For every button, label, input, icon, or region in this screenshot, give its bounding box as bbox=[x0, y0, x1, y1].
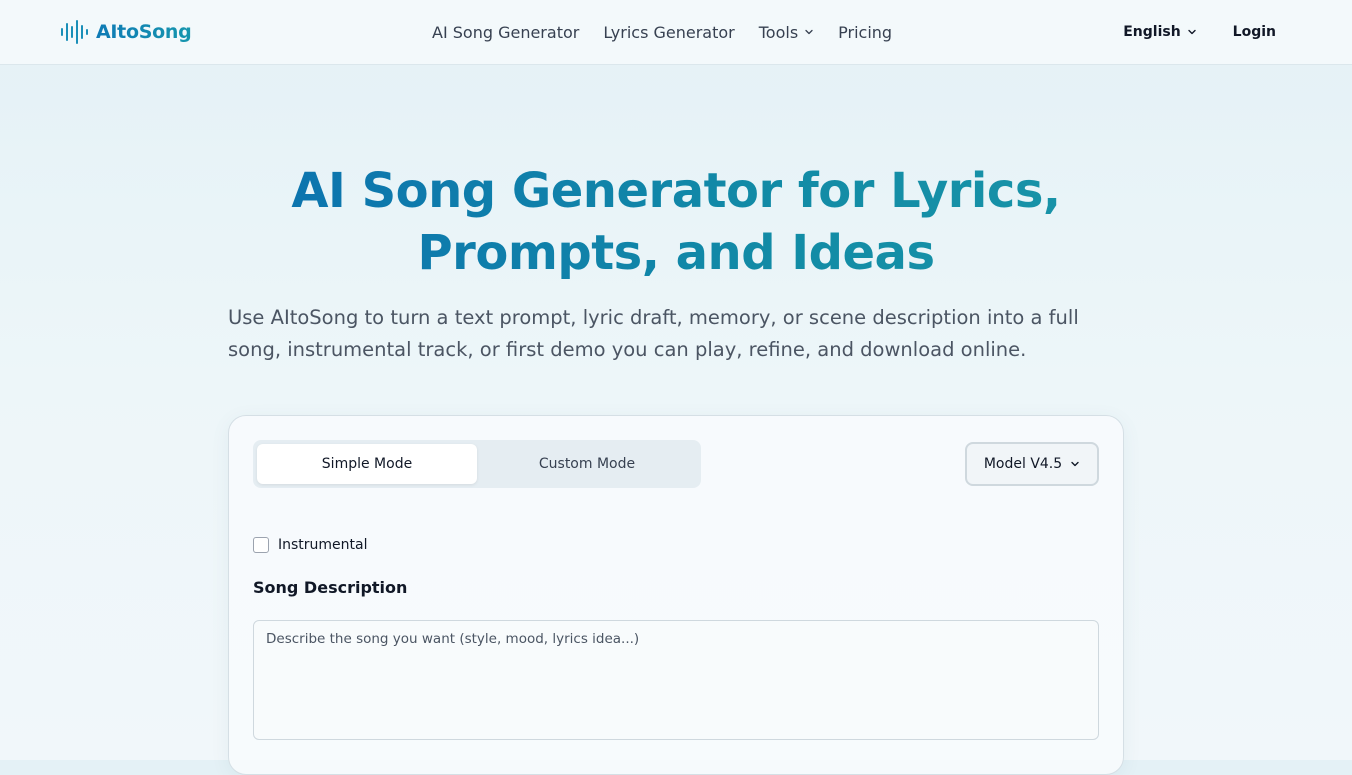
instrumental-label: Instrumental bbox=[278, 537, 368, 553]
login-button[interactable]: Login bbox=[1233, 24, 1276, 40]
mode-tabs: Simple Mode Custom Mode bbox=[253, 440, 701, 488]
chevron-down-icon bbox=[805, 29, 813, 35]
page-title: AI Song Generator for Lyrics, Prompts, a… bbox=[176, 160, 1176, 284]
sound-wave-icon bbox=[61, 20, 88, 44]
tab-simple-mode[interactable]: Simple Mode bbox=[257, 444, 477, 484]
top-navbar: AItoSong AI Song Generator Lyrics Genera… bbox=[0, 0, 1352, 65]
page-subtitle: Use AItoSong to turn a text prompt, lyri… bbox=[228, 306, 1079, 361]
language-selector[interactable]: English bbox=[1123, 24, 1196, 40]
nav-link-label: Lyrics Generator bbox=[603, 22, 735, 42]
nav-link-lyrics-generator[interactable]: Lyrics Generator bbox=[603, 23, 734, 42]
nav-link-pricing[interactable]: Pricing bbox=[838, 23, 892, 42]
chevron-down-icon bbox=[1071, 461, 1079, 467]
nav-link-label: Pricing bbox=[838, 22, 893, 42]
nav-actions: English Login bbox=[1123, 20, 1276, 44]
instrumental-option: Instrumental bbox=[253, 535, 368, 555]
instrumental-checkbox[interactable] bbox=[253, 537, 269, 553]
nav-link-ai-song-generator[interactable]: AI Song Generator bbox=[432, 23, 579, 42]
nav-link-label: Tools bbox=[758, 22, 799, 42]
chevron-down-icon bbox=[1187, 29, 1196, 35]
language-label: English bbox=[1123, 24, 1181, 40]
brand-name: AItoSong bbox=[96, 21, 192, 43]
model-select[interactable]: Model V4.5 bbox=[965, 442, 1099, 486]
nav-link-label: AI Song Generator bbox=[432, 22, 580, 42]
model-select-value: Model V4.5 bbox=[983, 456, 1063, 472]
song-generator-card: Simple Mode Custom Mode Model V4.5 Instr… bbox=[228, 415, 1124, 775]
song-description-input[interactable] bbox=[253, 620, 1099, 740]
main-nav: AI Song Generator Lyrics Generator Tools… bbox=[432, 20, 892, 44]
tab-custom-mode[interactable]: Custom Mode bbox=[477, 444, 697, 484]
nav-link-tools[interactable]: Tools bbox=[759, 23, 814, 42]
song-description-label: Song Description bbox=[253, 578, 408, 597]
brand-logo[interactable]: AItoSong bbox=[60, 18, 192, 46]
